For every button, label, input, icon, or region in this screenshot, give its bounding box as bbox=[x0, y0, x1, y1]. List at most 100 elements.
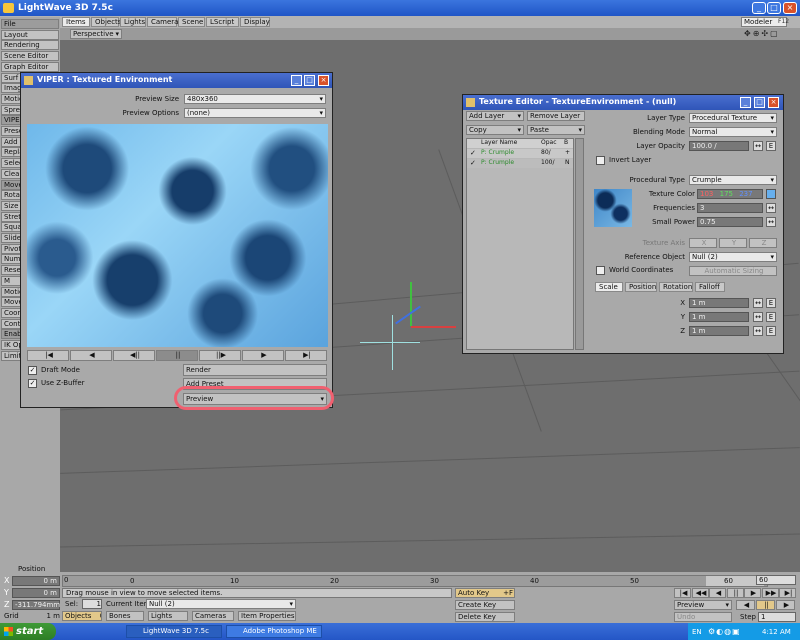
scale-y-envelope-button[interactable]: E bbox=[766, 312, 776, 322]
copy-button[interactable]: Copy bbox=[466, 125, 524, 135]
item-properties-button[interactable]: Item Properties bbox=[238, 611, 296, 621]
add-layer-button[interactable]: Add Layer bbox=[466, 111, 524, 121]
scale-z-slider[interactable]: ↔ bbox=[753, 326, 763, 336]
transport-button-6[interactable]: ▶| bbox=[285, 350, 327, 361]
scale-x-envelope-button[interactable]: E bbox=[766, 298, 776, 308]
layer-visible-check[interactable]: ✓ bbox=[470, 149, 476, 157]
x-position-field[interactable]: 0 m bbox=[12, 576, 60, 586]
lights-button[interactable]: Lights bbox=[148, 611, 188, 621]
invert-layer-checkbox[interactable] bbox=[596, 156, 605, 165]
delete-key-button[interactable]: Delete Key bbox=[455, 612, 515, 622]
view-mode-select[interactable]: Perspective bbox=[70, 29, 122, 39]
null-object-horizontal[interactable] bbox=[360, 342, 420, 343]
paste-button[interactable]: Paste bbox=[527, 125, 585, 135]
left-menu-file[interactable]: File bbox=[1, 19, 59, 29]
small-power-slider[interactable]: ↔ bbox=[766, 217, 776, 227]
playback-button-1[interactable]: ◀◀ bbox=[691, 588, 709, 598]
left-menu-graph-editor[interactable]: Graph Editor bbox=[1, 61, 59, 72]
axis-x-button[interactable]: X bbox=[689, 238, 717, 248]
layer-type-select[interactable]: Procedural Texture bbox=[689, 113, 777, 123]
undo-button[interactable]: Undo bbox=[674, 612, 732, 622]
maximize-button[interactable]: □ bbox=[767, 2, 781, 14]
texture-maximize-button[interactable]: □ bbox=[754, 97, 765, 108]
z-position-field[interactable]: -311.794mm bbox=[12, 600, 60, 610]
tab-objects[interactable]: Objects bbox=[91, 17, 121, 27]
play-button-0[interactable]: ◀ bbox=[736, 600, 755, 610]
play-button-1[interactable]: || bbox=[756, 600, 775, 610]
transport-button-2[interactable]: ◀|| bbox=[113, 350, 155, 361]
playback-button-2[interactable]: ◀ bbox=[709, 588, 726, 598]
playback-button-0[interactable]: |◀ bbox=[674, 588, 691, 598]
playback-button-6[interactable]: ▶| bbox=[779, 588, 796, 598]
preview-size-select[interactable]: 480x360 bbox=[184, 94, 326, 104]
timeline-bar[interactable] bbox=[62, 575, 768, 587]
minimize-button[interactable]: _ bbox=[752, 2, 766, 14]
blending-mode-select[interactable]: Normal bbox=[689, 127, 777, 137]
subtab-position[interactable]: Position bbox=[625, 282, 657, 292]
tab-scene[interactable]: Scene bbox=[178, 17, 205, 27]
y-position-field[interactable]: 0 m bbox=[12, 588, 60, 598]
left-menu-layout[interactable]: Layout bbox=[1, 29, 59, 40]
transport-button-0[interactable]: |◀ bbox=[27, 350, 69, 361]
view-navigation-icons[interactable]: ✥⊕✣▢ bbox=[744, 29, 794, 39]
playback-button-4[interactable]: ▶ bbox=[744, 588, 761, 598]
bones-button[interactable]: Bones bbox=[106, 611, 144, 621]
layer-opacity-field[interactable]: 100.0 / bbox=[689, 141, 749, 151]
tab-camera[interactable]: Camera bbox=[147, 17, 178, 27]
scale-x-field[interactable]: 1 m bbox=[689, 298, 749, 308]
render-button[interactable]: Render bbox=[183, 364, 327, 376]
layer-row[interactable]: ✓ P: Crumple 100/N bbox=[467, 159, 573, 168]
transport-button-3[interactable]: || bbox=[156, 350, 198, 361]
playback-button-5[interactable]: ▶▶ bbox=[761, 588, 779, 598]
objects-button[interactable]: Objects 0 bbox=[62, 611, 102, 621]
layer-list-scrollbar[interactable] bbox=[575, 138, 584, 350]
tab-items[interactable]: Items bbox=[62, 17, 90, 27]
tab-display[interactable]: Display bbox=[240, 17, 270, 27]
subtab-falloff[interactable]: Falloff bbox=[695, 282, 725, 292]
timeline-end-field[interactable]: 60 bbox=[756, 575, 796, 585]
step-field[interactable]: 1 bbox=[758, 612, 796, 622]
scale-y-field[interactable]: 1 m bbox=[689, 312, 749, 322]
viper-minimize-button[interactable]: _ bbox=[291, 75, 302, 86]
scale-y-slider[interactable]: ↔ bbox=[753, 312, 763, 322]
subtab-scale[interactable]: Scale bbox=[595, 282, 623, 292]
layer-opacity-slider[interactable]: ↔ bbox=[753, 141, 763, 151]
taskbar-photoshop[interactable]: Adobe Photoshop ME bbox=[226, 625, 322, 638]
scale-z-field[interactable]: 1 m bbox=[689, 326, 749, 336]
texture-color-swatch[interactable] bbox=[766, 189, 776, 199]
close-button[interactable]: × bbox=[783, 2, 797, 14]
subtab-rotation[interactable]: Rotation bbox=[659, 282, 693, 292]
reference-object-select[interactable]: Null (2) bbox=[689, 252, 777, 262]
frequencies-slider[interactable]: ↔ bbox=[766, 203, 776, 213]
y-axis-handle[interactable] bbox=[410, 282, 412, 326]
layer-visible-check[interactable]: ✓ bbox=[470, 159, 476, 167]
cameras-button[interactable]: Cameras bbox=[192, 611, 234, 621]
scale-x-slider[interactable]: ↔ bbox=[753, 298, 763, 308]
small-power-field[interactable]: 0.75 bbox=[697, 217, 763, 227]
auto-key-button[interactable]: Auto Key+F1 bbox=[455, 588, 515, 598]
remove-layer-button[interactable]: Remove Layer bbox=[527, 111, 585, 121]
tray-icons[interactable]: ⚙◐◍▣ bbox=[708, 627, 741, 636]
tab-lscript[interactable]: LScript bbox=[206, 17, 239, 27]
taskbar-lightwave[interactable]: LightWave 3D 7.5c bbox=[126, 625, 222, 638]
x-axis-handle[interactable] bbox=[411, 326, 456, 328]
axis-y-button[interactable]: Y bbox=[719, 238, 747, 248]
texture-minimize-button[interactable]: _ bbox=[740, 97, 751, 108]
axis-z-button[interactable]: Z bbox=[749, 238, 777, 248]
world-coordinates-checkbox[interactable] bbox=[596, 266, 605, 275]
viper-close-button[interactable]: × bbox=[318, 75, 329, 86]
texture-color-field[interactable]: 103 175 237 bbox=[697, 189, 763, 199]
left-menu-rendering[interactable]: Rendering bbox=[1, 40, 59, 51]
create-key-button[interactable]: Create Key bbox=[455, 600, 515, 610]
texture-close-button[interactable]: × bbox=[768, 97, 779, 108]
language-indicator[interactable]: EN bbox=[692, 628, 702, 636]
procedural-type-select[interactable]: Crumple bbox=[689, 175, 777, 185]
transport-button-4[interactable]: ||▶ bbox=[199, 350, 241, 361]
playback-button-3[interactable]: || bbox=[726, 588, 744, 598]
preview-menu[interactable]: Preview bbox=[674, 600, 732, 610]
tab-lights[interactable]: Lights bbox=[120, 17, 146, 27]
automatic-sizing-button[interactable]: Automatic Sizing bbox=[689, 266, 777, 276]
current-item-select[interactable]: Null (2) bbox=[146, 599, 296, 609]
left-menu-scene-editor[interactable]: Scene Editor bbox=[1, 51, 59, 62]
scale-z-envelope-button[interactable]: E bbox=[766, 326, 776, 336]
